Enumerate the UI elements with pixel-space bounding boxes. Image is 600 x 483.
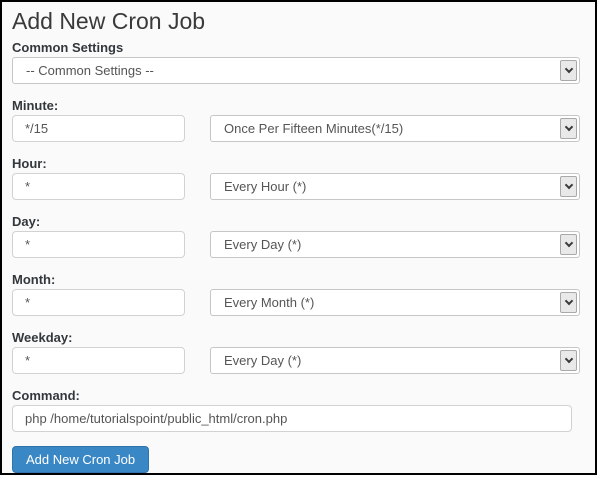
hour-label: Hour: xyxy=(12,156,47,171)
chevron-down-icon[interactable] xyxy=(560,176,577,197)
hour-input[interactable] xyxy=(12,173,185,200)
command-group: Command: xyxy=(12,388,580,432)
hour-preset-select[interactable]: Every Hour (*) xyxy=(210,173,580,200)
month-input[interactable] xyxy=(12,289,185,316)
chevron-glyph xyxy=(564,238,573,248)
common-settings-selected-value: -- Common Settings -- xyxy=(26,63,154,78)
weekday-label: Weekday: xyxy=(12,330,73,345)
day-input[interactable] xyxy=(12,231,185,258)
day-group: Day: Every Day (*) xyxy=(12,214,580,258)
minute-label: Minute: xyxy=(12,98,59,113)
day-preset-select[interactable]: Every Day (*) xyxy=(210,231,580,258)
common-settings-group: Common Settings -- Common Settings -- xyxy=(12,40,580,84)
minute-preset-value: Once Per Fifteen Minutes(*/15) xyxy=(224,121,404,136)
chevron-down-icon[interactable] xyxy=(560,350,577,371)
day-label: Day: xyxy=(12,214,41,229)
chevron-down-icon[interactable] xyxy=(560,292,577,313)
common-settings-label: Common Settings xyxy=(12,40,124,55)
add-new-cron-job-button[interactable]: Add New Cron Job xyxy=(12,446,150,473)
chevron-glyph xyxy=(564,122,573,132)
month-preset-select[interactable]: Every Month (*) xyxy=(210,289,580,316)
minute-group: Minute: Once Per Fifteen Minutes(*/15) xyxy=(12,98,580,142)
chevron-down-icon[interactable] xyxy=(560,234,577,255)
minute-preset-select[interactable]: Once Per Fifteen Minutes(*/15) xyxy=(210,115,580,142)
weekday-preset-select[interactable]: Every Day (*) xyxy=(210,347,580,374)
month-label: Month: xyxy=(12,272,56,287)
chevron-glyph xyxy=(564,180,573,190)
chevron-down-icon[interactable] xyxy=(560,60,577,81)
chevron-glyph xyxy=(564,296,573,306)
weekday-input[interactable] xyxy=(12,347,185,374)
hour-group: Hour: Every Hour (*) xyxy=(12,156,580,200)
common-settings-select[interactable]: -- Common Settings -- xyxy=(12,57,580,84)
hour-preset-value: Every Hour (*) xyxy=(224,179,307,194)
chevron-glyph xyxy=(564,64,573,74)
chevron-down-icon[interactable] xyxy=(560,118,577,139)
month-preset-value: Every Month (*) xyxy=(224,295,315,310)
minute-input[interactable] xyxy=(12,115,185,142)
day-preset-value: Every Day (*) xyxy=(224,237,302,252)
page-title: Add New Cron Job xyxy=(12,8,206,34)
command-input[interactable] xyxy=(12,405,572,432)
add-cron-job-panel: Add New Cron Job Common Settings -- Comm… xyxy=(0,0,597,475)
command-label: Command: xyxy=(12,388,80,403)
weekday-group: Weekday: Every Day (*) xyxy=(12,330,580,374)
weekday-preset-value: Every Day (*) xyxy=(224,353,302,368)
month-group: Month: Every Month (*) xyxy=(12,272,580,316)
chevron-glyph xyxy=(564,354,573,364)
